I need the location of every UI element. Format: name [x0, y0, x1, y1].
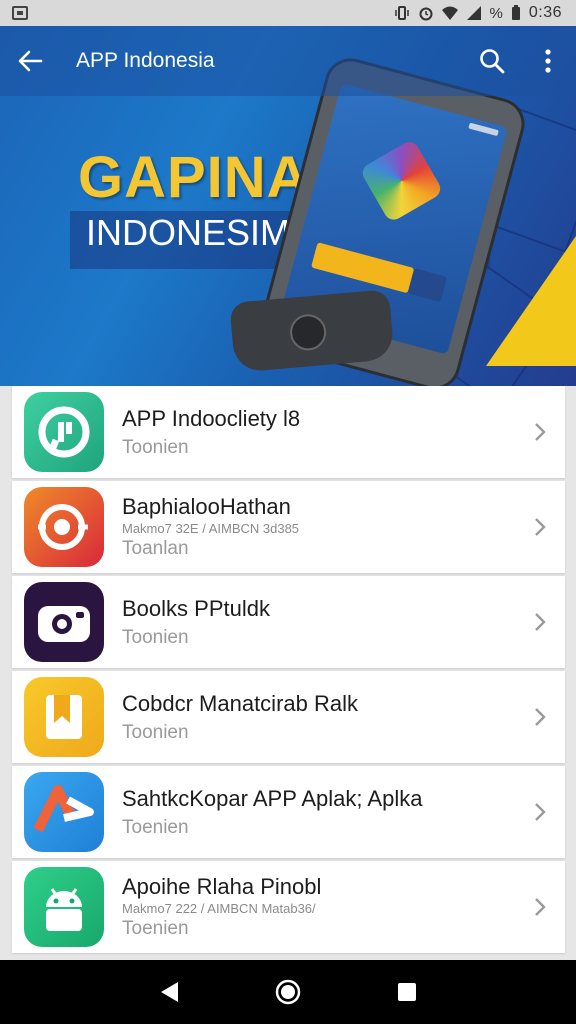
app-meta: Makmo7 222 / AIMBCN Matab36/ — [122, 901, 316, 916]
app-text: Apoihe Rlaha Pinobl Makmo7 222 / AIMBCN … — [122, 874, 523, 940]
app-text: BaphialooHathan Makmo7 32E / AIMBCN 3d38… — [122, 494, 523, 560]
back-arrow-icon — [18, 50, 43, 72]
phone-screen-button — [310, 242, 415, 294]
status-right: % 0:36 — [394, 4, 562, 22]
colorful-logo-icon — [359, 138, 444, 224]
arrow-app-icon — [24, 772, 104, 852]
app-subtitle: Toanlan — [122, 538, 189, 559]
phone-dock — [229, 289, 395, 373]
toolbar-title: APP Indonesia — [76, 49, 215, 72]
app-meta: Makmo7 32E / AIMBCN 3d385 — [122, 521, 300, 536]
list-item[interactable]: APP Indoocliety l8 Toonien — [12, 386, 565, 478]
battery-icon — [511, 5, 520, 20]
app-subtitle: Toenien — [122, 816, 189, 838]
chevron-right-icon — [523, 861, 557, 953]
app-text: APP Indoocliety l8 Toonien — [122, 406, 523, 459]
nav-recents-button[interactable] — [387, 972, 427, 1012]
alarm-icon — [419, 7, 433, 21]
header-banner: GAPINAN INDONESIM A APP Indonesia — [0, 26, 576, 386]
navigation-bar — [0, 960, 576, 1024]
status-bar: % 0:36 — [0, 0, 576, 26]
list-item[interactable]: Boolks PPtuldk Toonien — [12, 576, 565, 668]
app-subtitle: Toonien — [122, 436, 189, 458]
yellow-triangle-decoration — [486, 236, 576, 366]
app-name: SahtkcKopar APP Aplak; Aplka — [122, 785, 423, 811]
app-subtitle: Toonien — [122, 721, 189, 743]
app-name: Apoihe Rlaha Pinobl — [122, 874, 322, 899]
app-name: Boolks PPtuldk — [122, 595, 270, 621]
battery-percent: % — [489, 4, 503, 22]
nav-back-button[interactable] — [149, 972, 189, 1012]
triangle-back-icon — [161, 982, 179, 1002]
back-button[interactable] — [0, 26, 60, 96]
wifi-icon — [441, 6, 458, 20]
chevron-right-icon — [523, 481, 557, 573]
target-app-icon — [24, 487, 104, 567]
app-name: Cobdcr Manatcirab Ralk — [122, 690, 358, 716]
phone-screen-button-secondary — [407, 268, 448, 303]
notification-icon — [12, 6, 28, 20]
list-item[interactable]: BaphialooHathan Makmo7 32E / AIMBCN 3d38… — [12, 481, 565, 573]
app-list: APP Indoocliety l8 Toonien BaphialooHath… — [0, 386, 576, 960]
app-text: SahtkcKopar APP Aplak; Aplka Toenien — [122, 786, 523, 839]
dock-home-button — [288, 312, 328, 352]
signal-icon — [466, 6, 481, 20]
list-item[interactable]: SahtkcKopar APP Aplak; Aplka Toenien — [12, 766, 565, 858]
circle-home-icon — [275, 979, 301, 1005]
chevron-right-icon — [523, 671, 557, 763]
list-item[interactable]: Cobdcr Manatcirab Ralk Toonien — [12, 671, 565, 763]
phone-screen-status — [468, 122, 499, 137]
chevron-right-icon — [523, 576, 557, 668]
bookmark-app-icon — [24, 677, 104, 757]
more-vert-icon — [545, 49, 551, 73]
banner-subheadline: INDONESIM — [86, 212, 291, 253]
app-subtitle: Toonien — [122, 626, 189, 648]
camera-app-icon — [24, 582, 104, 662]
whatsapp-style-icon — [24, 392, 104, 472]
app-subtitle: Toenien — [122, 918, 189, 939]
search-icon — [480, 49, 505, 74]
status-left — [12, 6, 28, 20]
app-text: Cobdcr Manatcirab Ralk Toonien — [122, 691, 523, 744]
list-item[interactable]: Apoihe Rlaha Pinobl Makmo7 222 / AIMBCN … — [12, 861, 565, 953]
vibrate-icon — [394, 6, 409, 20]
overflow-menu-button[interactable] — [520, 26, 576, 96]
status-time: 0:36 — [528, 4, 562, 21]
search-button[interactable] — [464, 26, 520, 96]
app-name: APP Indoocliety l8 — [122, 405, 301, 431]
chevron-right-icon — [523, 386, 557, 478]
nav-home-button[interactable] — [268, 972, 308, 1012]
toolbar: APP Indonesia — [0, 26, 576, 96]
app-name: BaphialooHathan — [122, 494, 291, 519]
chevron-right-icon — [523, 766, 557, 858]
square-recents-icon — [397, 983, 416, 1001]
android-app-icon — [24, 867, 104, 947]
app-text: Boolks PPtuldk Toonien — [122, 596, 523, 649]
